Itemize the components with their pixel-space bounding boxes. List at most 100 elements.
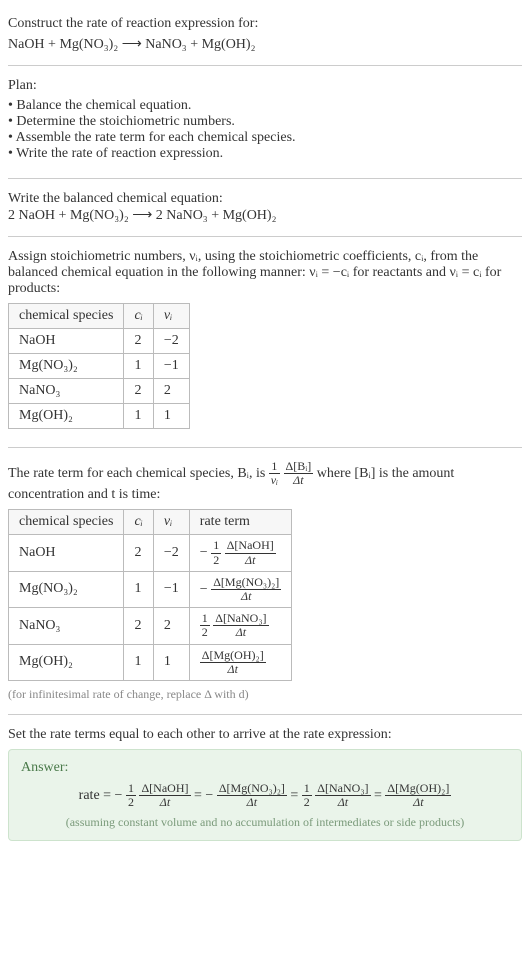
cell-vi: 2 (153, 608, 189, 644)
rate-expression: rate = − 1 2 Δ[NaOH] Δt = − Δ[Mg(NO₃)₂] … (21, 782, 509, 809)
cell-vi: −1 (153, 354, 189, 379)
stoich-section: Assign stoichiometric numbers, νᵢ, using… (8, 241, 522, 443)
term-prefix: − (205, 788, 216, 803)
dB-over-dt: Δ[Bᵢ] Δt (284, 460, 314, 487)
one-over-vi: 1 νᵢ (269, 460, 280, 487)
term-coef: 1 2 (211, 539, 221, 566)
cell-species: Mg(NO₃)₂ (9, 571, 124, 607)
cell-vi: −1 (153, 571, 189, 607)
cell-species: NaOH (9, 329, 124, 354)
plan-item: Balance the chemical equation. (8, 98, 522, 114)
frac-num: 1 (211, 539, 221, 553)
divider (8, 65, 522, 66)
cell-vi: 1 (153, 404, 189, 429)
term-frac: Δ[NaOH] Δt (225, 539, 276, 566)
plan-item: Write the rate of reaction expression. (8, 146, 522, 162)
frac-den: 2 (211, 554, 221, 567)
col-species: chemical species (9, 304, 124, 329)
frac-den: Δt (225, 554, 276, 567)
balanced-section: Write the balanced chemical equation: 2 … (8, 183, 522, 232)
final-heading: Set the rate terms equal to each other t… (8, 727, 522, 743)
frac-den: 2 (126, 796, 136, 809)
cell-species: NaNO₃ (9, 608, 124, 644)
balanced-equation: 2 NaOH + Mg(NO₃)₂ ⟶ 2 NaNO₃ + Mg(OH)₂ (8, 207, 522, 224)
plan-item: Determine the stoichiometric numbers. (8, 114, 522, 130)
divider (8, 714, 522, 715)
cell-species: NaNO₃ (9, 379, 124, 404)
divider (8, 236, 522, 237)
answer-note: (assuming constant volume and no accumul… (21, 815, 509, 830)
prompt-equation: NaOH + Mg(NO₃)₂ ⟶ NaNO₃ + Mg(OH)₂ (8, 36, 522, 53)
frac-num: Δ[Mg(OH)₂] (385, 782, 451, 796)
frac-num: Δ[Bᵢ] (284, 460, 314, 474)
cell-ci: 2 (124, 608, 153, 644)
table-row: Mg(NO₃)₂ 1 −1 − Δ[Mg(NO₃)₂] Δt (9, 571, 292, 607)
table-row: NaNO₃ 2 2 1 2 Δ[NaNO₃] Δt (9, 608, 292, 644)
frac-num: Δ[Mg(NO₃)₂] (217, 782, 287, 796)
term-frac: Δ[Mg(NO₃)₂] Δt (217, 782, 287, 809)
frac-den: Δt (200, 663, 266, 676)
cell-species: Mg(OH)₂ (9, 644, 124, 680)
rateterm-generic-frac: 1 νᵢ Δ[Bᵢ] Δt (269, 466, 317, 481)
cell-term: − Δ[Mg(NO₃)₂] Δt (189, 571, 291, 607)
term-coef: 1 2 (302, 782, 312, 809)
plan-item: Assemble the rate term for each chemical… (8, 130, 522, 146)
rate-word: rate = (79, 788, 115, 803)
term-frac: Δ[Mg(OH)₂] Δt (200, 649, 266, 676)
table-row: NaOH 2 −2 − 1 2 Δ[NaOH] Δt (9, 535, 292, 571)
stoich-table: chemical species cᵢ νᵢ NaOH 2 −2 Mg(NO₃)… (8, 303, 190, 429)
prompt-title: Construct the rate of reaction expressio… (8, 16, 522, 32)
col-ci: cᵢ (124, 510, 153, 535)
plan-list: Balance the chemical equation. Determine… (8, 98, 522, 162)
table-row: NaNO₃ 2 2 (9, 379, 190, 404)
answer-label: Answer: (21, 760, 509, 776)
frac-den: Δt (315, 796, 370, 809)
table-header-row: chemical species cᵢ νᵢ (9, 304, 190, 329)
frac-den: Δt (213, 626, 268, 639)
divider (8, 447, 522, 448)
cell-ci: 1 (124, 354, 153, 379)
cell-species: NaOH (9, 535, 124, 571)
term-prefix: − (115, 788, 126, 803)
plan-section: Plan: Balance the chemical equation. Det… (8, 70, 522, 174)
term-frac: Δ[NaNO₃] Δt (315, 782, 370, 809)
cell-vi: −2 (153, 329, 189, 354)
frac-num: Δ[NaNO₃] (315, 782, 370, 796)
cell-species: Mg(NO₃)₂ (9, 354, 124, 379)
col-term: rate term (189, 510, 291, 535)
equals: = (290, 788, 301, 803)
cell-species: Mg(OH)₂ (9, 404, 124, 429)
cell-ci: 1 (124, 404, 153, 429)
cell-ci: 1 (124, 644, 153, 680)
cell-vi: 1 (153, 644, 189, 680)
table-row: Mg(NO₃)₂ 1 −1 (9, 354, 190, 379)
frac-den: Δt (139, 796, 190, 809)
frac-den: Δt (217, 796, 287, 809)
frac-num: Δ[Mg(OH)₂] (200, 649, 266, 663)
frac-num: 1 (302, 782, 312, 796)
frac-num: 1 (200, 612, 210, 626)
col-vi: νᵢ (153, 304, 189, 329)
term-frac: Δ[Mg(NO₃)₂] Δt (211, 576, 281, 603)
term-prefix: − (200, 545, 211, 560)
balanced-heading: Write the balanced chemical equation: (8, 191, 522, 207)
term-frac: Δ[Mg(OH)₂] Δt (385, 782, 451, 809)
frac-den: νᵢ (269, 474, 280, 487)
frac-den: 2 (302, 796, 312, 809)
cell-vi: 2 (153, 379, 189, 404)
cell-ci: 2 (124, 379, 153, 404)
rateterm-intro-a: The rate term for each chemical species,… (8, 466, 269, 481)
frac-den: 2 (200, 626, 210, 639)
final-section: Set the rate terms equal to each other t… (8, 719, 522, 849)
col-species: chemical species (9, 510, 124, 535)
cell-term: 1 2 Δ[NaNO₃] Δt (189, 608, 291, 644)
frac-den: Δt (385, 796, 451, 809)
frac-num: 1 (126, 782, 136, 796)
table-row: NaOH 2 −2 (9, 329, 190, 354)
rateterm-intro: The rate term for each chemical species,… (8, 460, 522, 503)
frac-num: Δ[NaOH] (139, 782, 190, 796)
cell-ci: 2 (124, 329, 153, 354)
term-prefix: − (200, 582, 211, 597)
cell-term: − 1 2 Δ[NaOH] Δt (189, 535, 291, 571)
stoich-intro: Assign stoichiometric numbers, νᵢ, using… (8, 249, 522, 297)
